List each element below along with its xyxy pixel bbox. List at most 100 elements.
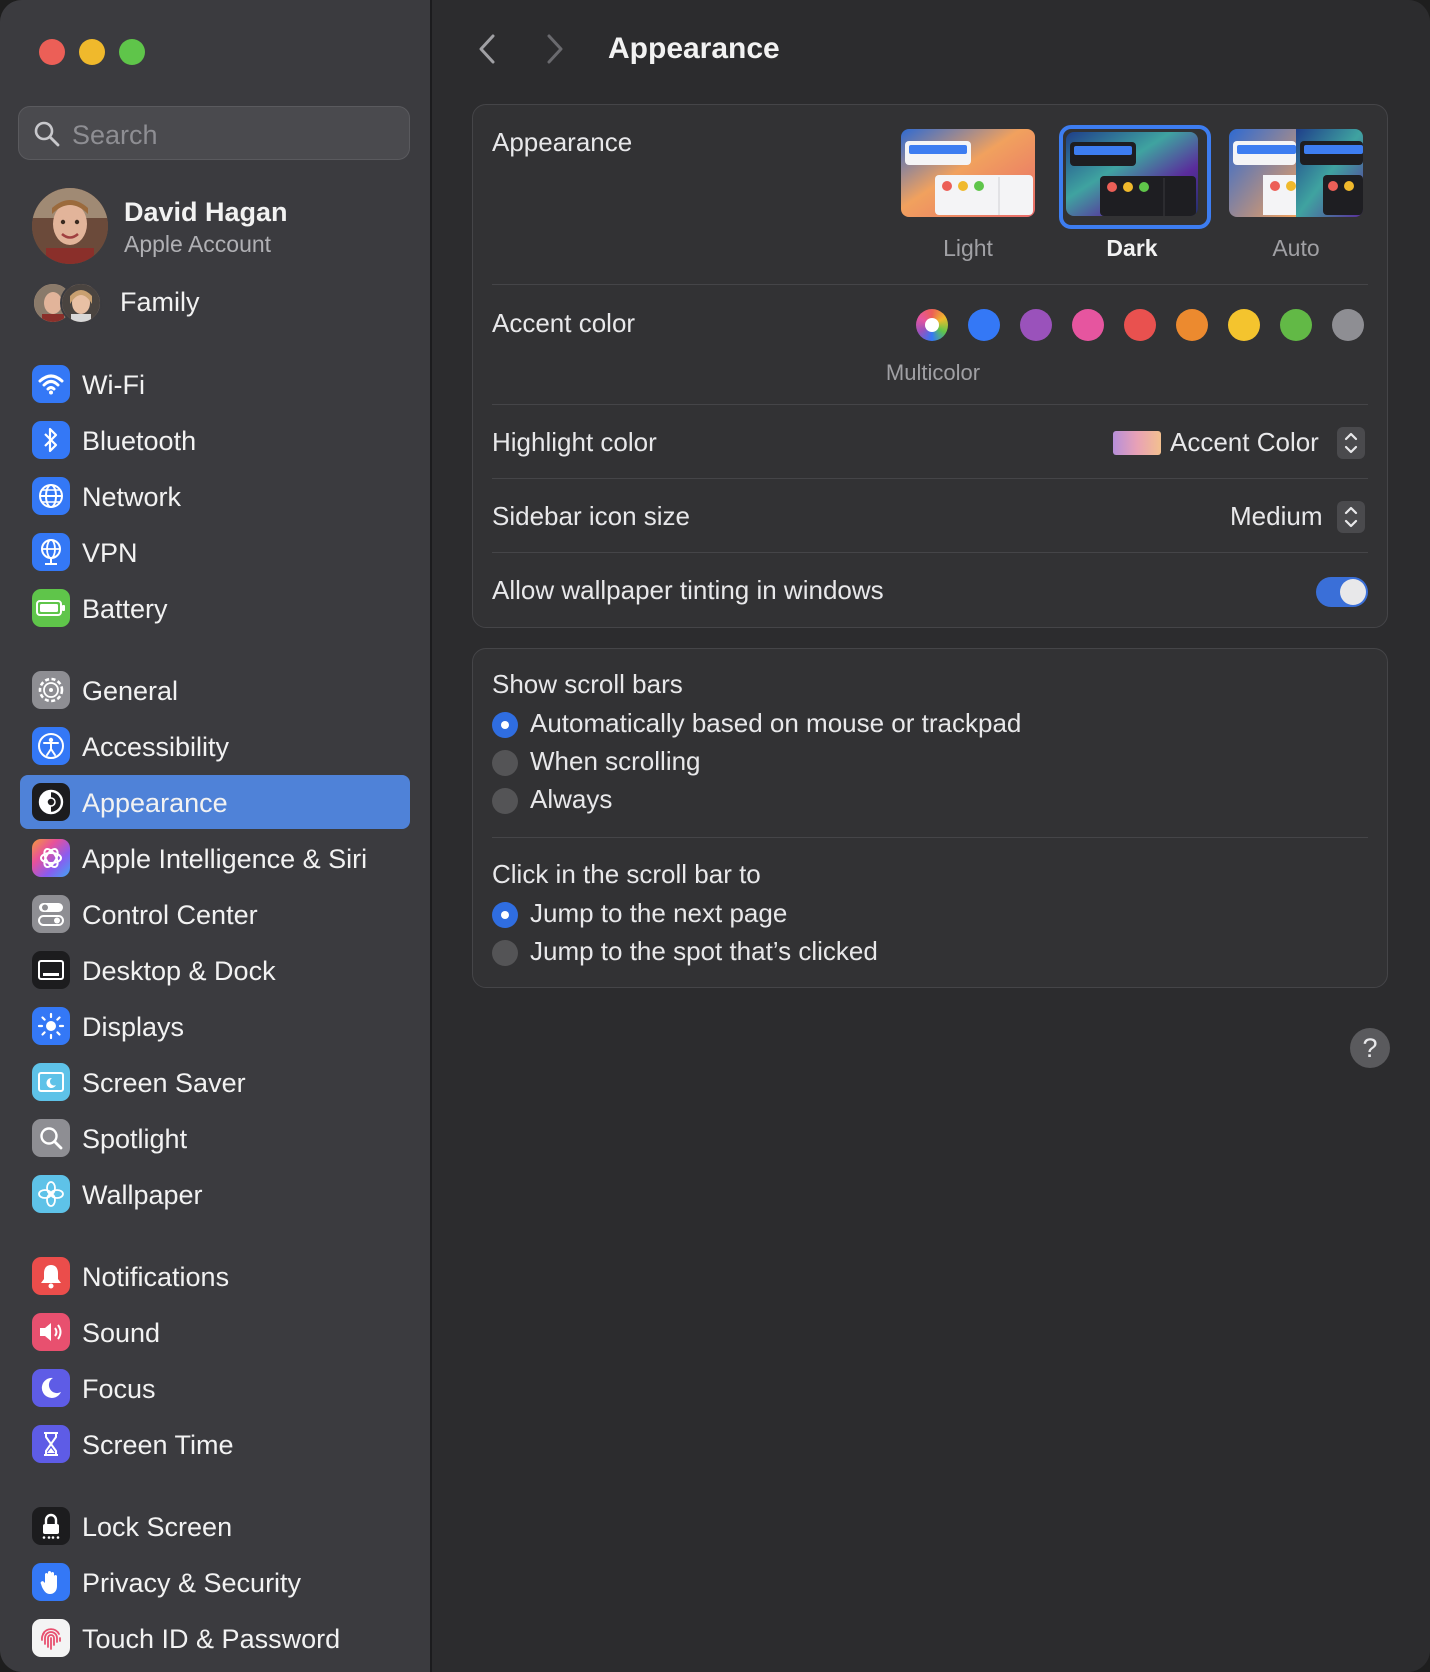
chevron-up-down-icon <box>1337 506 1365 537</box>
appearance-settings-card: Appearance Light Dark Auto Accent color … <box>472 104 1388 628</box>
accent-swatch-graphite[interactable] <box>1332 309 1364 341</box>
accent-swatch-green[interactable] <box>1280 309 1312 341</box>
family-row[interactable]: Family <box>32 280 412 324</box>
dark-mode-thumbnail <box>1066 132 1198 216</box>
wallpaper-tinting-toggle[interactable] <box>1316 577 1368 607</box>
sidebar-icon-size-label: Sidebar icon size <box>492 501 690 531</box>
sun-icon <box>32 1007 70 1045</box>
sidebar-item-label: Lock Screen <box>82 1512 233 1542</box>
sidebar-item-label: Focus <box>82 1374 156 1404</box>
gear-icon <box>32 671 70 709</box>
moon-icon <box>32 1369 70 1407</box>
radio-label: When scrolling <box>530 746 701 776</box>
sidebar-item-label: Spotlight <box>82 1124 188 1154</box>
sidebar-item-label: Battery <box>82 594 168 624</box>
sidebar-item-label: Privacy & Security <box>82 1568 302 1598</box>
sidebar-item-battery[interactable]: Battery <box>20 581 410 635</box>
magnifier-icon <box>32 1119 70 1157</box>
hand-icon <box>32 1563 70 1601</box>
forward-button[interactable] <box>544 32 566 71</box>
radio-button <box>492 750 518 776</box>
family-label: Family <box>120 287 200 317</box>
close-button[interactable] <box>39 39 65 65</box>
sidebar-item-wifi[interactable]: Wi-Fi <box>20 357 410 411</box>
accent-swatch-multicolor[interactable] <box>916 309 948 341</box>
accent-swatch-blue[interactable] <box>968 309 1000 341</box>
radio-label: Automatically based on mouse or trackpad <box>530 708 1022 738</box>
sidebar-item-sound[interactable]: Sound <box>20 1305 410 1359</box>
accent-swatch-pink[interactable] <box>1072 309 1104 341</box>
sidebar-item-label: Screen Saver <box>82 1068 246 1098</box>
search-field[interactable]: Search <box>18 106 410 160</box>
sidebar-item-label: Notifications <box>82 1262 230 1292</box>
accent-swatch-red[interactable] <box>1124 309 1156 341</box>
sidebar-item-accessibility[interactable]: Accessibility <box>20 719 410 773</box>
help-button[interactable]: ? <box>1350 1028 1390 1068</box>
accent-swatch-purple[interactable] <box>1020 309 1052 341</box>
screen-saver-icon <box>32 1063 70 1101</box>
control-center-icon <box>32 895 70 933</box>
wifi-icon <box>32 365 70 403</box>
sidebar-item-screen-time[interactable]: Screen Time <box>20 1417 410 1471</box>
highlight-value: Accent Color <box>1170 427 1319 457</box>
light-mode-label: Light <box>943 235 993 261</box>
main-pane: Appearance Appearance Light Dark Auto Ac… <box>432 0 1430 1672</box>
globe-icon <box>32 477 70 515</box>
sidebar-item-privacy-security[interactable]: Privacy & Security <box>20 1555 410 1609</box>
sidebar-item-appearance[interactable]: Appearance <box>20 775 410 829</box>
sidebar-item-spotlight[interactable]: Spotlight <box>20 1111 410 1165</box>
wallpaper-tinting-label: Allow wallpaper tinting in windows <box>492 575 884 605</box>
radio-button <box>492 902 518 928</box>
sidebar-item-general[interactable]: General <box>20 663 410 717</box>
fingerprint-icon <box>32 1619 70 1657</box>
battery-icon <box>32 589 70 627</box>
accessibility-icon <box>32 727 70 765</box>
zoom-button[interactable] <box>119 39 145 65</box>
family-avatar <box>60 282 102 324</box>
user-name: David Hagan <box>124 197 288 227</box>
sidebar-item-lock-screen[interactable]: Lock Screen <box>20 1499 410 1553</box>
settings-window: Search David Hagan Apple Account Family … <box>0 0 1430 1672</box>
sidebar-item-screen-saver[interactable]: Screen Saver <box>20 1055 410 1109</box>
divider <box>492 552 1368 553</box>
sidebar-item-label: Control Center <box>82 900 258 930</box>
radio-button <box>492 712 518 738</box>
auto-mode-label: Auto <box>1272 235 1320 261</box>
user-avatar <box>32 188 108 264</box>
appearance-mode-label: Appearance <box>492 127 633 157</box>
sidebar-item-notifications[interactable]: Notifications <box>20 1249 410 1303</box>
chevron-left-icon <box>476 34 498 70</box>
sidebar-item-apple-intelligence-siri[interactable]: Apple Intelligence & Siri <box>20 831 410 885</box>
accent-swatch-yellow[interactable] <box>1228 309 1260 341</box>
sidebar-item-label: Network <box>82 482 182 512</box>
search-placeholder: Search <box>72 120 158 150</box>
sidebar-item-focus[interactable]: Focus <box>20 1361 410 1415</box>
popup-stepper <box>1337 427 1365 459</box>
siri-icon <box>32 839 70 877</box>
lock-icon <box>32 1507 70 1545</box>
toggle-knob <box>1340 579 1366 605</box>
sidebar-item-label: Sound <box>82 1318 161 1348</box>
show-scroll-bars-label: Show scroll bars <box>492 669 683 699</box>
accent-swatch-orange[interactable] <box>1176 309 1208 341</box>
highlight-color-label: Highlight color <box>492 427 657 457</box>
sidebar-item-wallpaper[interactable]: Wallpaper <box>20 1167 410 1221</box>
chevron-right-icon <box>544 34 566 70</box>
sidebar-item-desktop-dock[interactable]: Desktop & Dock <box>20 943 410 997</box>
divider <box>492 837 1368 838</box>
sidebar-item-label: Wallpaper <box>82 1180 203 1210</box>
sidebar-item-touch-id-password[interactable]: Touch ID & Password <box>20 1611 410 1665</box>
bell-icon <box>32 1257 70 1295</box>
back-button[interactable] <box>476 32 498 71</box>
page-title: Appearance <box>608 32 780 65</box>
radio-button <box>492 788 518 814</box>
sidebar-item-displays[interactable]: Displays <box>20 999 410 1053</box>
divider <box>492 478 1368 479</box>
accent-selected-name: Multicolor <box>885 360 981 385</box>
minimize-button[interactable] <box>79 39 105 65</box>
sidebar-item-bluetooth[interactable]: Bluetooth <box>20 413 410 467</box>
sidebar-item-network[interactable]: Network <box>20 469 410 523</box>
sidebar-item-control-center[interactable]: Control Center <box>20 887 410 941</box>
sidebar-item-vpn[interactable]: VPN <box>20 525 410 579</box>
auto-mode-thumbnail <box>1229 129 1363 217</box>
